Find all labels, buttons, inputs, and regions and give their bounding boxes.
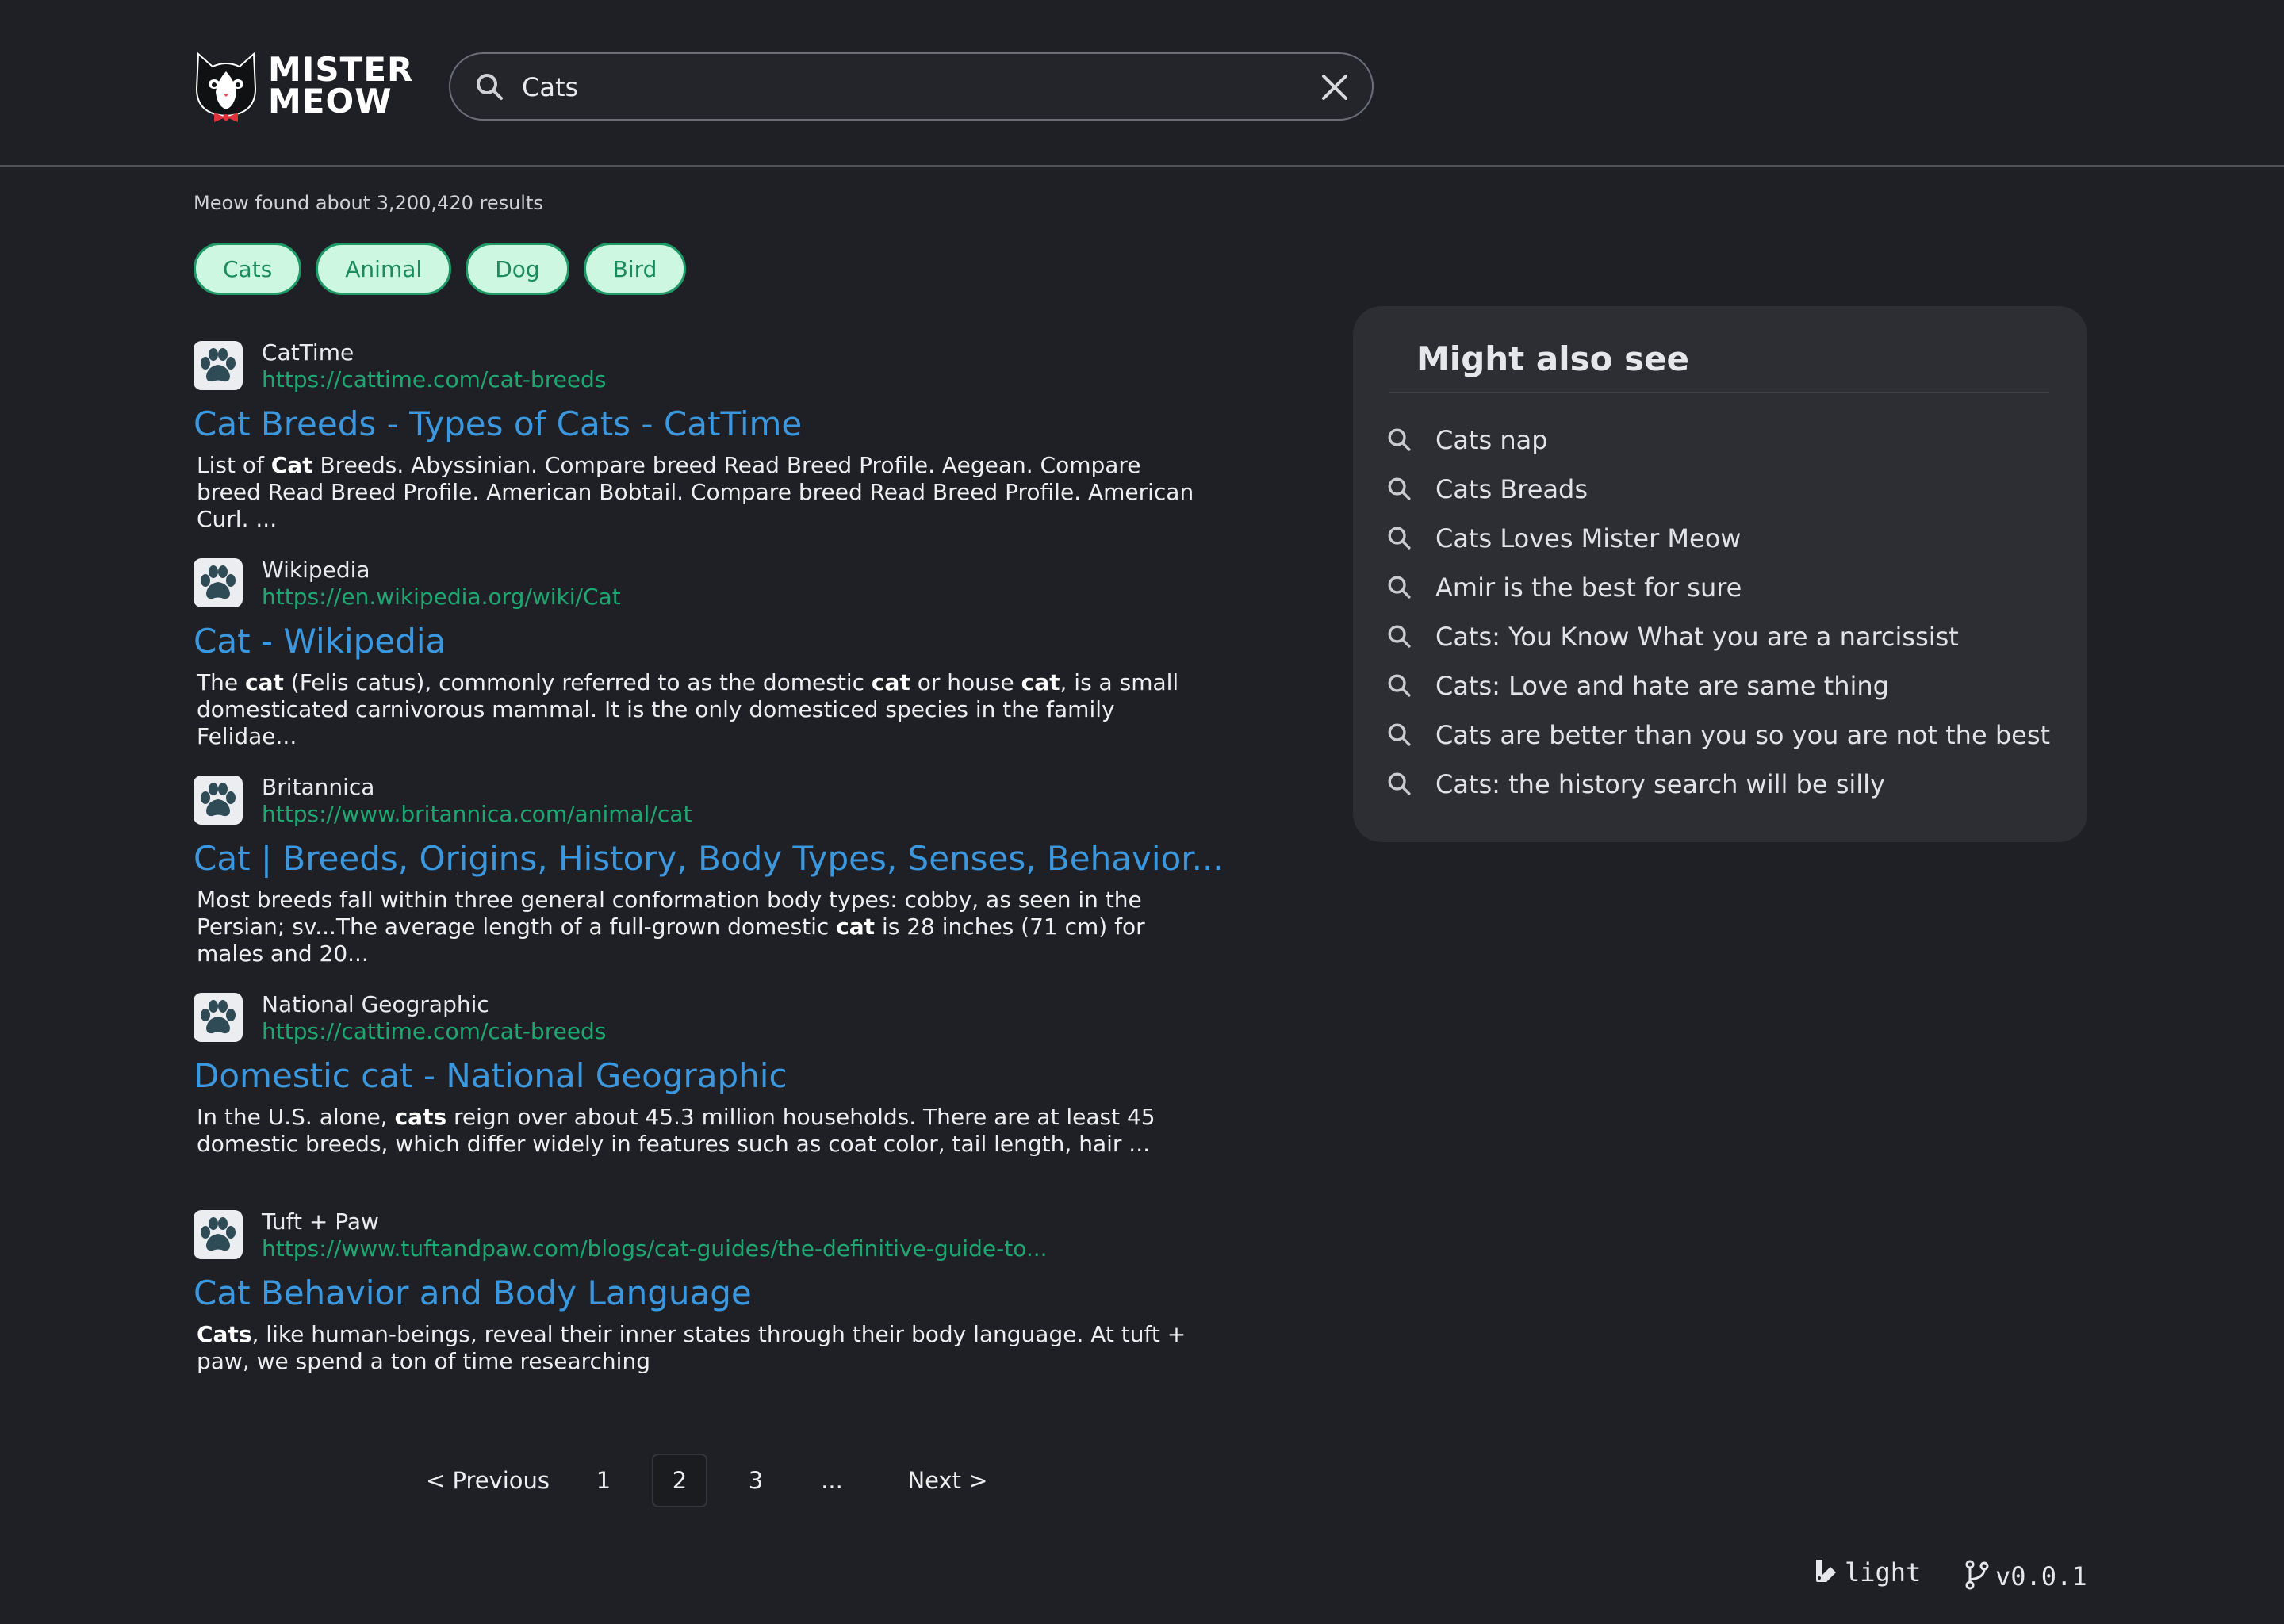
- search-icon: [1388, 576, 1411, 599]
- result-url[interactable]: https://www.britannica.com/animal/cat: [262, 801, 692, 827]
- result-url[interactable]: https://cattime.com/cat-breeds: [262, 366, 606, 393]
- suggestion-item[interactable]: Cats nap: [1386, 416, 2068, 465]
- next-page-button[interactable]: Next >: [880, 1454, 1015, 1507]
- paw-icon: [194, 993, 243, 1042]
- suggestion-label: Cats Loves Mister Meow: [1435, 523, 1742, 553]
- paw-icon: [194, 1210, 243, 1259]
- logo[interactable]: MISTER MEOW: [194, 49, 413, 122]
- results-list: CatTime https://cattime.com/cat-breeds C…: [194, 338, 1224, 1424]
- result-count: Meow found about 3,200,420 results: [194, 192, 543, 214]
- search-icon: [1388, 527, 1411, 550]
- result-url[interactable]: https://cattime.com/cat-breeds: [262, 1018, 606, 1044]
- filter-chips: Cats Animal Dog Bird: [194, 243, 687, 295]
- suggestion-label: Cats are better than you so you are not …: [1435, 720, 2051, 750]
- pagination-ellipsis: ...: [821, 1467, 843, 1494]
- chip-cats[interactable]: Cats: [194, 243, 302, 295]
- chip-animal[interactable]: Animal: [316, 243, 452, 295]
- suggestion-label: Cats: Love and hate are same thing: [1435, 671, 1889, 701]
- git-branch-icon: [1964, 1559, 1991, 1594]
- theme-label: light: [1845, 1557, 1922, 1588]
- suggestion-label: Cats: You Know What you are a narcissist: [1435, 622, 1959, 652]
- brand-name-line2: MEOW: [268, 82, 393, 121]
- result-title-link[interactable]: Cat Breeds - Types of Cats - CatTime: [194, 404, 802, 443]
- page-3-button[interactable]: 3: [728, 1454, 784, 1507]
- result-snippet: List of Cat Breeds. Abyssinian. Compare …: [197, 452, 1194, 532]
- paw-icon: [194, 776, 243, 825]
- search-input[interactable]: [520, 65, 1237, 109]
- result-title-link[interactable]: Cat - Wikipedia: [194, 622, 446, 661]
- result-title-link[interactable]: Cat | Breeds, Origins, History, Body Typ…: [194, 839, 1224, 878]
- search-icon: [1388, 625, 1411, 648]
- page-1-button[interactable]: 1: [576, 1454, 631, 1507]
- version-label: v0.0.1: [1995, 1561, 2087, 1591]
- paw-icon: [194, 341, 243, 390]
- suggestion-label: Cats Breads: [1435, 474, 1588, 504]
- suggestion-item[interactable]: Cats are better than you so you are not …: [1386, 710, 2068, 760]
- result-site-name: CatTime: [262, 339, 354, 366]
- suggestion-label: Cats: the history search will be silly: [1435, 769, 1885, 799]
- result-snippet: Cats, like human-beings, reveal their in…: [197, 1321, 1186, 1374]
- page-2-button[interactable]: 2: [652, 1454, 707, 1507]
- result-title-link[interactable]: Domestic cat - National Geographic: [194, 1056, 788, 1095]
- result-snippet: The cat (Felis catus), commonly referred…: [197, 669, 1179, 749]
- brand-name-line1: MISTER: [268, 50, 414, 89]
- suggestion-item[interactable]: Amir is the best for sure: [1386, 563, 2068, 612]
- related-searches-panel: Might also see Cats nap Cats Breads Cats…: [1353, 306, 2087, 842]
- result-site-name: National Geographic: [262, 991, 489, 1017]
- search-result: Tuft + Paw https://www.tuftandpaw.com/bl…: [194, 1207, 1209, 1424]
- paw-icon: [194, 558, 243, 607]
- divider: [1389, 392, 2049, 393]
- result-url[interactable]: https://www.tuftandpaw.com/blogs/cat-gui…: [262, 1235, 1048, 1262]
- suggestion-item[interactable]: Cats Loves Mister Meow: [1386, 514, 2068, 563]
- search-icon[interactable]: [474, 71, 506, 106]
- search-bar: [449, 52, 1374, 121]
- suggestion-item[interactable]: Cats Breads: [1386, 465, 2068, 514]
- search-icon: [1388, 674, 1411, 697]
- suggestion-item[interactable]: Cats: Love and hate are same thing: [1386, 661, 2068, 710]
- suggestion-item[interactable]: Cats: You Know What you are a narcissist: [1386, 612, 2068, 661]
- theme-toggle-button[interactable]: light: [1813, 1557, 1921, 1588]
- suggestion-item[interactable]: Cats: the history search will be silly: [1386, 760, 2068, 809]
- pagination: < Previous 1 2 3 ... Next >: [420, 1453, 1015, 1508]
- version-info: v0.0.1: [1964, 1559, 2087, 1594]
- suggestion-label: Amir is the best for sure: [1435, 573, 1742, 603]
- suggestion-list: Cats nap Cats Breads Cats Loves Mister M…: [1386, 416, 2068, 809]
- search-icon: [1388, 477, 1411, 500]
- cat-face-icon: [194, 49, 259, 122]
- search-result: Wikipedia https://en.wikipedia.org/wiki/…: [194, 555, 1209, 772]
- suggestion-label: Cats nap: [1435, 425, 1548, 455]
- result-url[interactable]: https://en.wikipedia.org/wiki/Cat: [262, 584, 621, 610]
- result-site-name: Tuft + Paw: [262, 1208, 379, 1235]
- result-site-name: Britannica: [262, 774, 375, 800]
- search-result: National Geographic https://cattime.com/…: [194, 990, 1209, 1207]
- search-icon: [1388, 772, 1411, 795]
- theme-icon: [1813, 1557, 1840, 1588]
- chip-dog[interactable]: Dog: [466, 243, 569, 295]
- result-snippet: In the U.S. alone, cats reign over about…: [197, 1104, 1155, 1157]
- search-result: CatTime https://cattime.com/cat-breeds C…: [194, 338, 1209, 555]
- top-header: MISTER MEOW: [0, 0, 2284, 167]
- result-site-name: Wikipedia: [262, 557, 370, 583]
- related-searches-title: Might also see: [1416, 339, 1690, 378]
- search-icon: [1388, 428, 1411, 451]
- previous-page-button[interactable]: < Previous: [420, 1454, 555, 1507]
- brand-name: MISTER MEOW: [268, 50, 414, 121]
- search-result: Britannica https://www.britannica.com/an…: [194, 772, 1224, 990]
- chip-bird[interactable]: Bird: [583, 243, 687, 295]
- close-icon[interactable]: [1320, 72, 1350, 105]
- search-icon: [1388, 723, 1411, 746]
- result-title-link[interactable]: Cat Behavior and Body Language: [194, 1274, 752, 1312]
- result-snippet: Most breeds fall within three general co…: [197, 887, 1145, 967]
